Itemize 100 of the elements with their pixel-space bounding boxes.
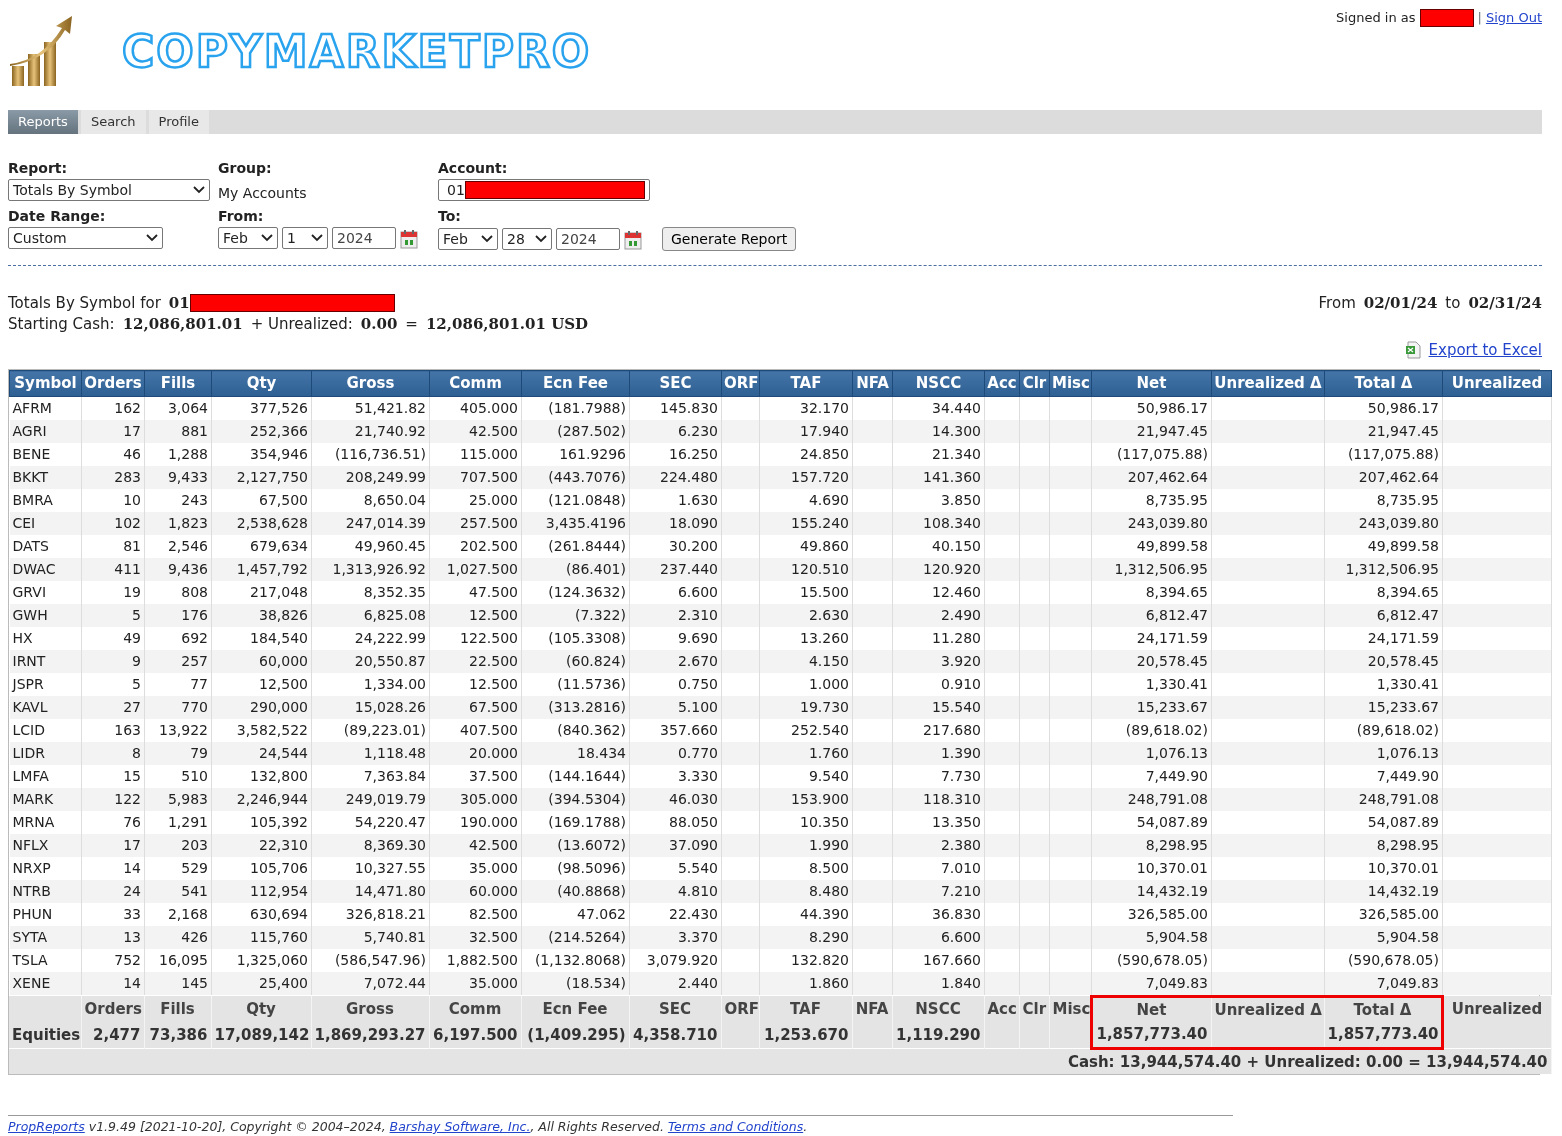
nav-tab[interactable]: Reports xyxy=(8,110,78,134)
logo-text: COPYMARKETPRO xyxy=(122,30,592,74)
table-cell: (214.5264) xyxy=(521,925,630,949)
caret-icon[interactable] xyxy=(535,235,547,243)
table-cell: 7,072.44 xyxy=(311,971,430,995)
table-cell: 10,370.01 xyxy=(1324,856,1443,880)
caret-icon[interactable] xyxy=(193,186,205,194)
input-field[interactable]: 2024 xyxy=(332,227,396,249)
footer-link[interactable]: Barshay Software, Inc. xyxy=(389,1119,531,1134)
table-cell: 1,869,293.27 xyxy=(311,1022,429,1048)
column-header: Comm xyxy=(429,370,522,396)
table-cell: (124.3632) xyxy=(521,580,630,604)
table-cell: (443.7076) xyxy=(521,465,630,489)
caret-icon[interactable] xyxy=(481,235,493,243)
table-cell: 54,087.89 xyxy=(1091,810,1212,834)
table-cell: 15,028.26 xyxy=(311,695,430,719)
table-cell: (40.8868) xyxy=(521,879,630,903)
table-cell: 15,233.67 xyxy=(1324,695,1443,719)
dropdown[interactable]: 28 xyxy=(502,228,552,250)
table-cell: GWH xyxy=(9,603,82,627)
caret-icon[interactable] xyxy=(261,234,273,242)
column-header: TAF xyxy=(759,996,852,1022)
column-header: ORF xyxy=(721,370,760,396)
table-cell: 247,014.39 xyxy=(311,511,430,535)
table-cell: 208,249.99 xyxy=(311,465,430,489)
table-cell: 50,986.17 xyxy=(1091,396,1212,420)
table-cell: AFRM xyxy=(9,396,82,420)
table-cell: 1,312,506.95 xyxy=(1091,557,1212,581)
table-cell: 49,899.58 xyxy=(1091,534,1212,558)
from-label: From xyxy=(1318,293,1356,314)
table-cell: 8,394.65 xyxy=(1324,580,1443,604)
calendar-icon[interactable] xyxy=(624,229,642,250)
table-cell: (313.2816) xyxy=(521,695,630,719)
table-cell: 7,049.83 xyxy=(1324,971,1443,995)
sign-out-link[interactable]: Sign Out xyxy=(1485,8,1542,28)
table-cell: 18.434 xyxy=(521,741,630,765)
nav-tab[interactable]: Search xyxy=(80,110,146,134)
table-cell: 50,986.17 xyxy=(1324,396,1443,420)
table-cell: (181.7988) xyxy=(521,396,630,420)
caret-icon[interactable] xyxy=(146,234,158,242)
caret-icon[interactable] xyxy=(311,234,323,242)
table-cell: 47.062 xyxy=(521,902,630,926)
table-cell: 1,334.00 xyxy=(311,672,430,696)
dropdown[interactable]: 1 xyxy=(282,227,328,249)
nav-tab[interactable]: Profile xyxy=(148,110,209,134)
table-cell: 51,421.82 xyxy=(311,396,430,420)
table-cell: CEI xyxy=(9,511,82,535)
table-cell: 14,471.80 xyxy=(311,879,430,903)
table-cell: 20,578.45 xyxy=(1324,649,1443,673)
table-cell: (7.322) xyxy=(521,603,630,627)
dropdown[interactable]: Feb xyxy=(438,228,498,250)
account-number: 01 xyxy=(168,293,190,314)
table-cell: 20,550.87 xyxy=(311,649,430,673)
table-cell: 7,363.84 xyxy=(311,764,430,788)
table-cell: 1,119.290 xyxy=(892,1022,984,1048)
table-cell: 8,650.04 xyxy=(311,488,430,512)
dropdown[interactable]: Custom xyxy=(8,227,163,249)
column-header: Unrealized xyxy=(1442,996,1551,1022)
column-header: Gross xyxy=(311,996,429,1022)
spreadsheet-icon[interactable] xyxy=(1404,340,1421,359)
table-cell: 54,087.89 xyxy=(1324,810,1443,834)
export-to-excel-link[interactable]: Export to Excel xyxy=(1428,338,1542,361)
unrealized-label: + Unrealized: xyxy=(250,314,353,333)
table-cell: (98.5096) xyxy=(521,856,630,880)
dropdown[interactable]: Totals By Symbol xyxy=(8,179,210,201)
generate-report-button[interactable]: Generate Report xyxy=(662,227,797,251)
table-cell: 10,327.55 xyxy=(311,856,430,880)
input-field[interactable]: 2024 xyxy=(556,228,620,250)
table-cell: DATS xyxy=(9,534,82,558)
table-cell: (11.5736) xyxy=(521,672,630,696)
dropdown[interactable]: Feb xyxy=(218,227,278,249)
table-cell: 243,039.80 xyxy=(1324,511,1443,535)
table-cell: JSPR xyxy=(9,672,82,696)
footer-link[interactable]: PropReports xyxy=(8,1119,85,1134)
table-cell: 6,812.47 xyxy=(1091,603,1212,627)
input-field[interactable]: 01 xyxy=(438,179,650,201)
table-cell: (1,132.8068) xyxy=(521,948,630,972)
table-cell: (89,618.02) xyxy=(1324,718,1443,742)
column-header: SEC xyxy=(629,996,721,1022)
table-cell: DWAC xyxy=(9,557,82,581)
table-cell: TSLA xyxy=(9,948,82,972)
column-header: NSCC xyxy=(892,370,985,396)
table-cell: 1,118.48 xyxy=(311,741,430,765)
table-cell: 1,076.13 xyxy=(1091,741,1212,765)
table-cell: (261.8444) xyxy=(521,534,630,558)
column-header: Net xyxy=(1091,370,1212,396)
calendar-icon[interactable] xyxy=(400,228,418,249)
column-header: Net xyxy=(1091,996,1211,1022)
column-header: Total Δ xyxy=(1324,370,1443,396)
starting-cash-label: Starting Cash: xyxy=(8,314,115,333)
table-cell: 4,358.710 xyxy=(629,1022,721,1048)
group-value: My Accounts xyxy=(218,184,308,203)
table-cell: 24,171.59 xyxy=(1091,626,1212,650)
table-cell: 73,386 xyxy=(144,1022,211,1048)
table-cell: 207,462.64 xyxy=(1091,465,1212,489)
table-cell: 248,791.08 xyxy=(1091,787,1212,811)
table-cell: 21,947.45 xyxy=(1324,419,1443,443)
table-cell: 7,049.83 xyxy=(1091,971,1212,995)
table-cell: BKKT xyxy=(9,465,82,489)
table-cell: 1,312,506.95 xyxy=(1324,557,1443,581)
